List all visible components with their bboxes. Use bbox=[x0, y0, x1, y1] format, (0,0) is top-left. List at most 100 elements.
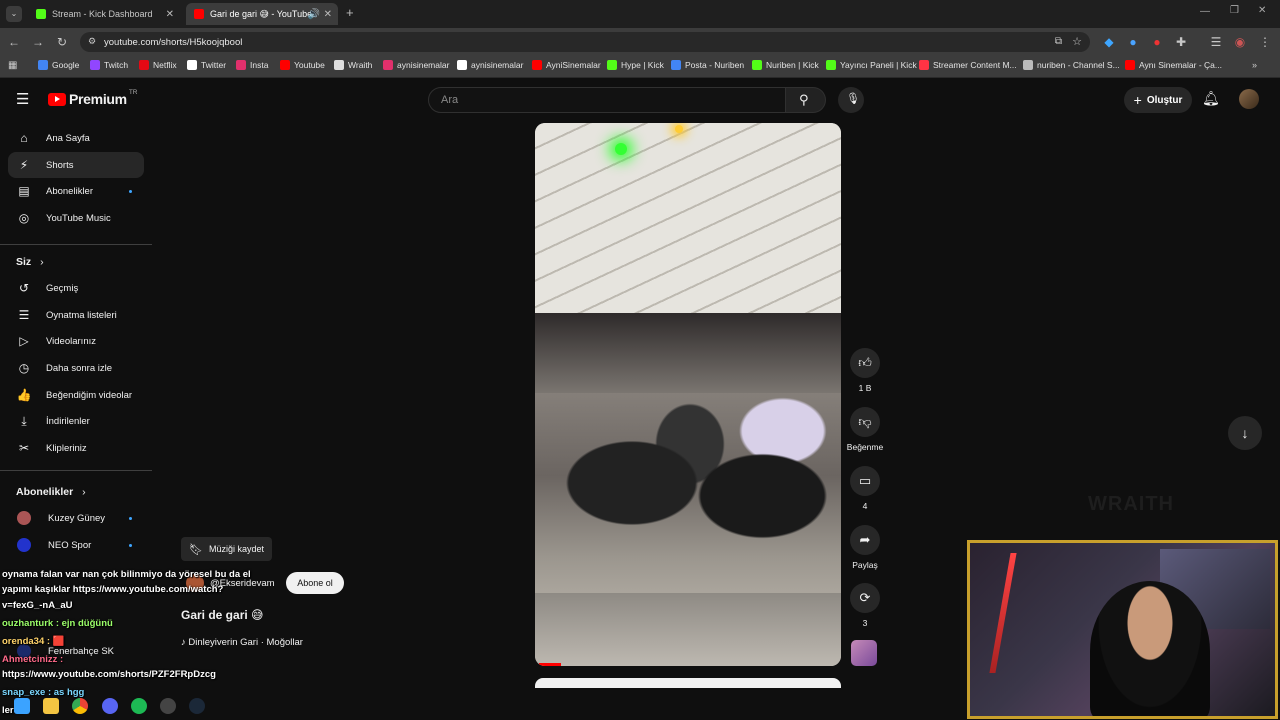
bookmark-item[interactable]: Twitter bbox=[187, 60, 226, 70]
you-section-heading[interactable]: Siz › bbox=[16, 256, 44, 268]
bookmark-item[interactable]: Netflix bbox=[139, 60, 177, 70]
create-button[interactable]: + Oluştur bbox=[1124, 87, 1192, 113]
restore-icon[interactable]: ❐ bbox=[1230, 5, 1239, 16]
remix-action[interactable]: ⟳ 3 bbox=[848, 583, 882, 628]
sidebar-item-oynatma-listeleri[interactable]: ☰ Oynatma listeleri bbox=[8, 302, 144, 328]
back-icon[interactable]: ← bbox=[6, 34, 22, 50]
webcam-light-strip bbox=[989, 553, 1017, 673]
guide-menu-icon[interactable]: ☰ bbox=[16, 90, 29, 108]
share-action[interactable]: ➦ Paylaş bbox=[848, 525, 882, 570]
chevron-right-icon: › bbox=[40, 256, 44, 268]
sidebar-item-daha-sonra-izle[interactable]: ◷ Daha sonra izle bbox=[8, 355, 144, 381]
minimize-icon[interactable]: — bbox=[1200, 6, 1210, 17]
sidebar-item-abonelikler[interactable]: ▤ Abonelikler bbox=[8, 178, 144, 204]
bookmark-item[interactable]: Insta bbox=[236, 60, 268, 70]
next-short-button[interactable]: ↓ bbox=[1228, 416, 1262, 450]
bookmark-item[interactable]: Posta - Nuriben bbox=[671, 60, 744, 70]
bookmark-item[interactable]: Aynı Sinemalar - Ça... bbox=[1125, 60, 1222, 70]
sidebar-item-ana-sayfa[interactable]: ⌂ Ana Sayfa bbox=[8, 125, 144, 151]
close-tab-icon[interactable]: 🔊 bbox=[308, 9, 320, 20]
close-tab-icon[interactable]: ✕ bbox=[324, 9, 332, 20]
chrome-icon[interactable] bbox=[72, 698, 88, 714]
bookmark-star-icon[interactable]: ☆ bbox=[1072, 35, 1082, 48]
comment-icon[interactable]: ▭ bbox=[850, 466, 880, 496]
file-explorer-icon[interactable] bbox=[43, 698, 59, 714]
next-short-preview[interactable] bbox=[535, 678, 841, 688]
streamer-webcam bbox=[967, 540, 1278, 719]
close-window-icon[interactable]: ✕ bbox=[1258, 5, 1266, 16]
extensions-puzzle-icon[interactable]: ✚ bbox=[1173, 34, 1189, 50]
sidebar-item-ge-mi-[interactable]: ↺ Geçmiş bbox=[8, 275, 144, 301]
search-input[interactable]: Ara bbox=[428, 87, 786, 113]
bookmark-item[interactable]: Nuriben | Kick bbox=[752, 60, 819, 70]
obs-icon[interactable] bbox=[160, 698, 176, 714]
video-progress-bar[interactable] bbox=[539, 663, 561, 666]
windows-start-icon[interactable] bbox=[14, 698, 30, 714]
sidebar-item-kuzey-g-ney[interactable]: Kuzey Güney bbox=[8, 505, 144, 531]
voice-search-button[interactable]: 🎙 bbox=[838, 87, 864, 113]
dislike-action[interactable]: 👎︎ Beğenme bbox=[847, 407, 883, 452]
subscriptions-section-heading[interactable]: Abonelikler › bbox=[16, 486, 86, 498]
bookmark-item[interactable]: nuriben - Channel S... bbox=[1023, 60, 1120, 70]
bookmark-favicon-icon bbox=[671, 60, 681, 70]
sidebar-item-videolar-n-z[interactable]: ▷ Videolarınız bbox=[8, 328, 144, 354]
extension-red-icon[interactable]: ● bbox=[1149, 34, 1165, 50]
reload-icon[interactable]: ↻ bbox=[54, 34, 70, 50]
reading-list-icon[interactable]: ☰ bbox=[1208, 34, 1224, 50]
liked-icon: 👍 bbox=[16, 388, 32, 402]
bookmark-item[interactable]: Google bbox=[38, 60, 79, 70]
comments-action[interactable]: ▭ 4 bbox=[848, 466, 882, 511]
cast-icon[interactable]: ⧉ bbox=[1055, 36, 1062, 47]
extension-shield-icon[interactable]: ◆ bbox=[1101, 34, 1117, 50]
browser-tab-strip: ⌄ Stream - Kick Dashboard ✕ Gari de gari… bbox=[0, 0, 1280, 28]
thumbs-up-icon[interactable]: 👍︎ bbox=[850, 348, 880, 378]
profile-icon[interactable]: ◉ bbox=[1232, 34, 1248, 50]
close-tab-icon[interactable]: ✕ bbox=[166, 9, 174, 20]
sidebar-item-neo-spor[interactable]: NEO Spor bbox=[8, 532, 144, 558]
extension-blue-icon[interactable]: ● bbox=[1125, 34, 1141, 50]
short-music-credit[interactable]: ♪ Dinleyiverin Gari · Moğollar bbox=[181, 637, 303, 648]
your-videos-icon: ▷ bbox=[19, 334, 29, 348]
shorts-video-player[interactable] bbox=[535, 123, 841, 666]
bookmark-item[interactable]: Hype | Kick bbox=[607, 60, 664, 70]
steam-icon[interactable] bbox=[189, 698, 205, 714]
sidebar-item-klipleriniz[interactable]: ✂ Klipleriniz bbox=[8, 435, 144, 461]
new-tab-button[interactable]: + bbox=[346, 5, 354, 20]
save-music-button[interactable]: 🔖︎ Müziği kaydet bbox=[181, 537, 272, 561]
thumbs-down-icon[interactable]: 👎︎ bbox=[850, 407, 880, 437]
home-icon: ⌂ bbox=[20, 131, 28, 145]
tab-search-button[interactable]: ⌄ bbox=[6, 6, 22, 22]
bookmark-item[interactable]: Streamer Content M... bbox=[919, 60, 1017, 70]
tab-youtube-short[interactable]: Gari de gari 😅 - YouTube 🔊 ✕ bbox=[186, 3, 338, 25]
sidebar-item-youtube-music[interactable]: ◎ YouTube Music bbox=[8, 205, 144, 231]
notifications-bell-icon[interactable]: 🔔︎ bbox=[1202, 90, 1220, 107]
address-bar[interactable]: ⚙ youtube.com/shorts/H5koojqbool ⧉ ☆ bbox=[80, 32, 1090, 52]
youtube-premium-logo[interactable]: Premium TR bbox=[48, 89, 137, 107]
account-avatar[interactable] bbox=[1239, 89, 1259, 109]
apps-grid-icon[interactable]: ▦ bbox=[8, 60, 17, 71]
sidebar-item-shorts[interactable]: ⚡ Shorts bbox=[8, 152, 144, 178]
remix-icon[interactable]: ⟳ bbox=[850, 583, 880, 613]
bookmark-item[interactable]: aynisinemalar bbox=[457, 60, 523, 70]
bookmark-icon: 🔖︎ bbox=[189, 543, 203, 556]
bookmark-item[interactable]: Twitch bbox=[90, 60, 128, 70]
site-info-icon[interactable]: ⚙ bbox=[88, 36, 96, 47]
share-icon[interactable]: ➦ bbox=[850, 525, 880, 555]
sidebar-item-be-endi-im-videolar[interactable]: 👍 Beğendiğim videolar bbox=[8, 382, 144, 408]
discord-icon[interactable] bbox=[102, 698, 118, 714]
subscribe-button[interactable]: Abone ol bbox=[286, 572, 344, 594]
spotify-icon[interactable] bbox=[131, 698, 147, 714]
like-action[interactable]: 👍︎ 1 B bbox=[848, 348, 882, 393]
bookmark-item[interactable]: aynisinemalar bbox=[383, 60, 449, 70]
browser-menu-icon[interactable]: ⋮ bbox=[1257, 34, 1273, 50]
bookmark-item[interactable]: Youtube bbox=[280, 60, 325, 70]
bookmark-item[interactable]: Wraith bbox=[334, 60, 372, 70]
search-button[interactable]: ⚲ bbox=[786, 87, 826, 113]
bookmark-item[interactable]: Yayıncı Paneli | Kick bbox=[826, 60, 917, 70]
sound-thumbnail[interactable] bbox=[851, 640, 877, 666]
more-bookmarks-icon[interactable]: » bbox=[1252, 60, 1257, 70]
tab-kick-dashboard[interactable]: Stream - Kick Dashboard ✕ bbox=[28, 3, 180, 25]
forward-icon[interactable]: → bbox=[30, 34, 46, 50]
bookmark-item[interactable]: AyniSinemalar bbox=[532, 60, 601, 70]
sidebar-item-i-ndirilenler[interactable]: ⤓ İndirilenler bbox=[8, 408, 144, 434]
